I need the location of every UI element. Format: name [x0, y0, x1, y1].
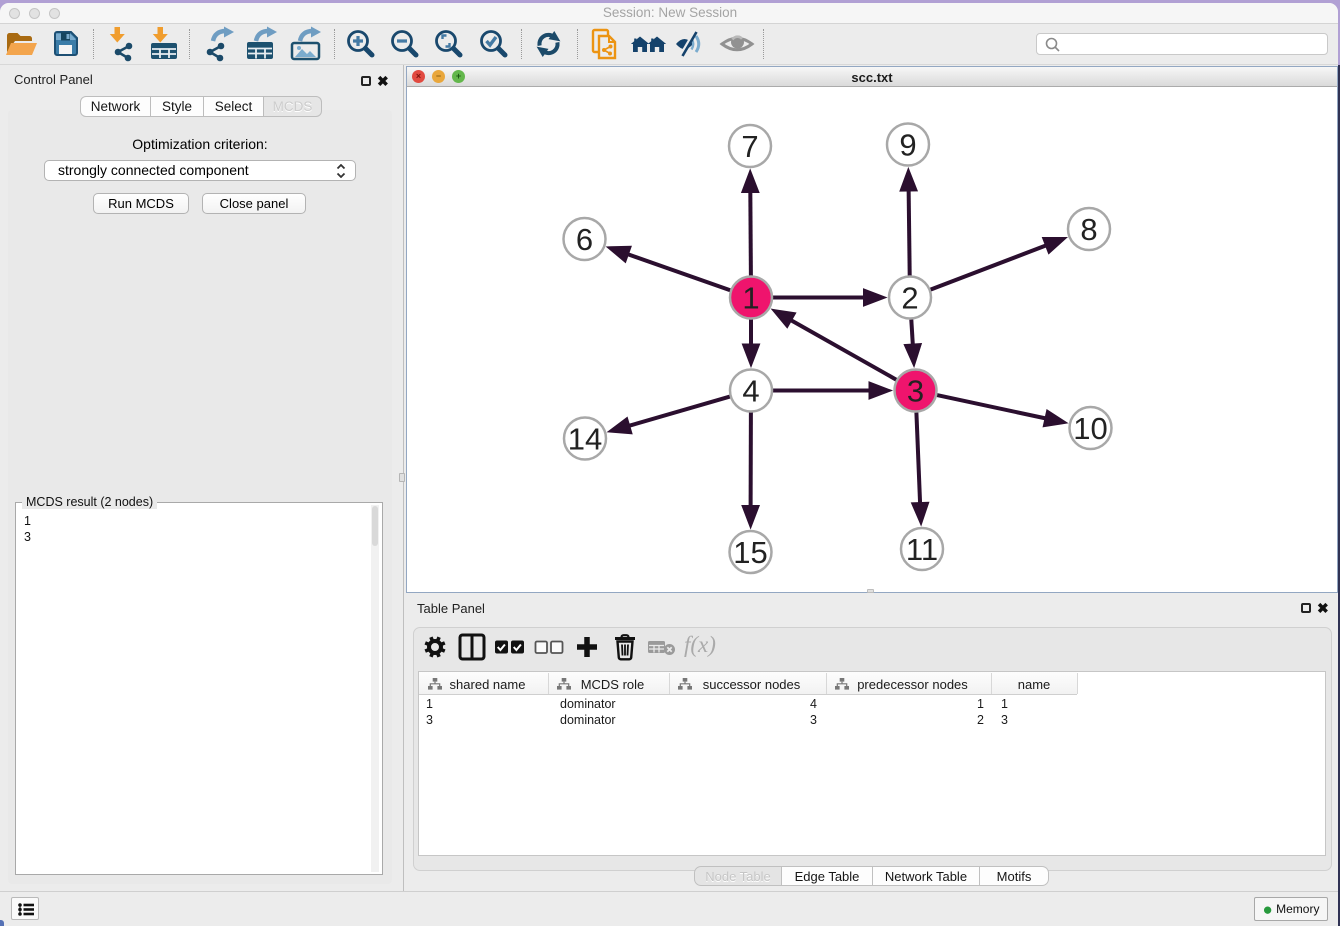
svg-text:9: 9: [899, 128, 916, 163]
svg-text:15: 15: [733, 535, 767, 570]
svg-text:10: 10: [1073, 411, 1107, 446]
svg-text:14: 14: [568, 422, 602, 457]
svg-text:2: 2: [901, 281, 918, 316]
svg-text:8: 8: [1080, 212, 1097, 247]
svg-text:4: 4: [742, 374, 759, 409]
svg-text:11: 11: [906, 532, 938, 567]
svg-text:6: 6: [576, 222, 593, 257]
svg-text:7: 7: [741, 129, 758, 164]
svg-text:1: 1: [742, 281, 759, 316]
svg-text:3: 3: [907, 374, 924, 409]
